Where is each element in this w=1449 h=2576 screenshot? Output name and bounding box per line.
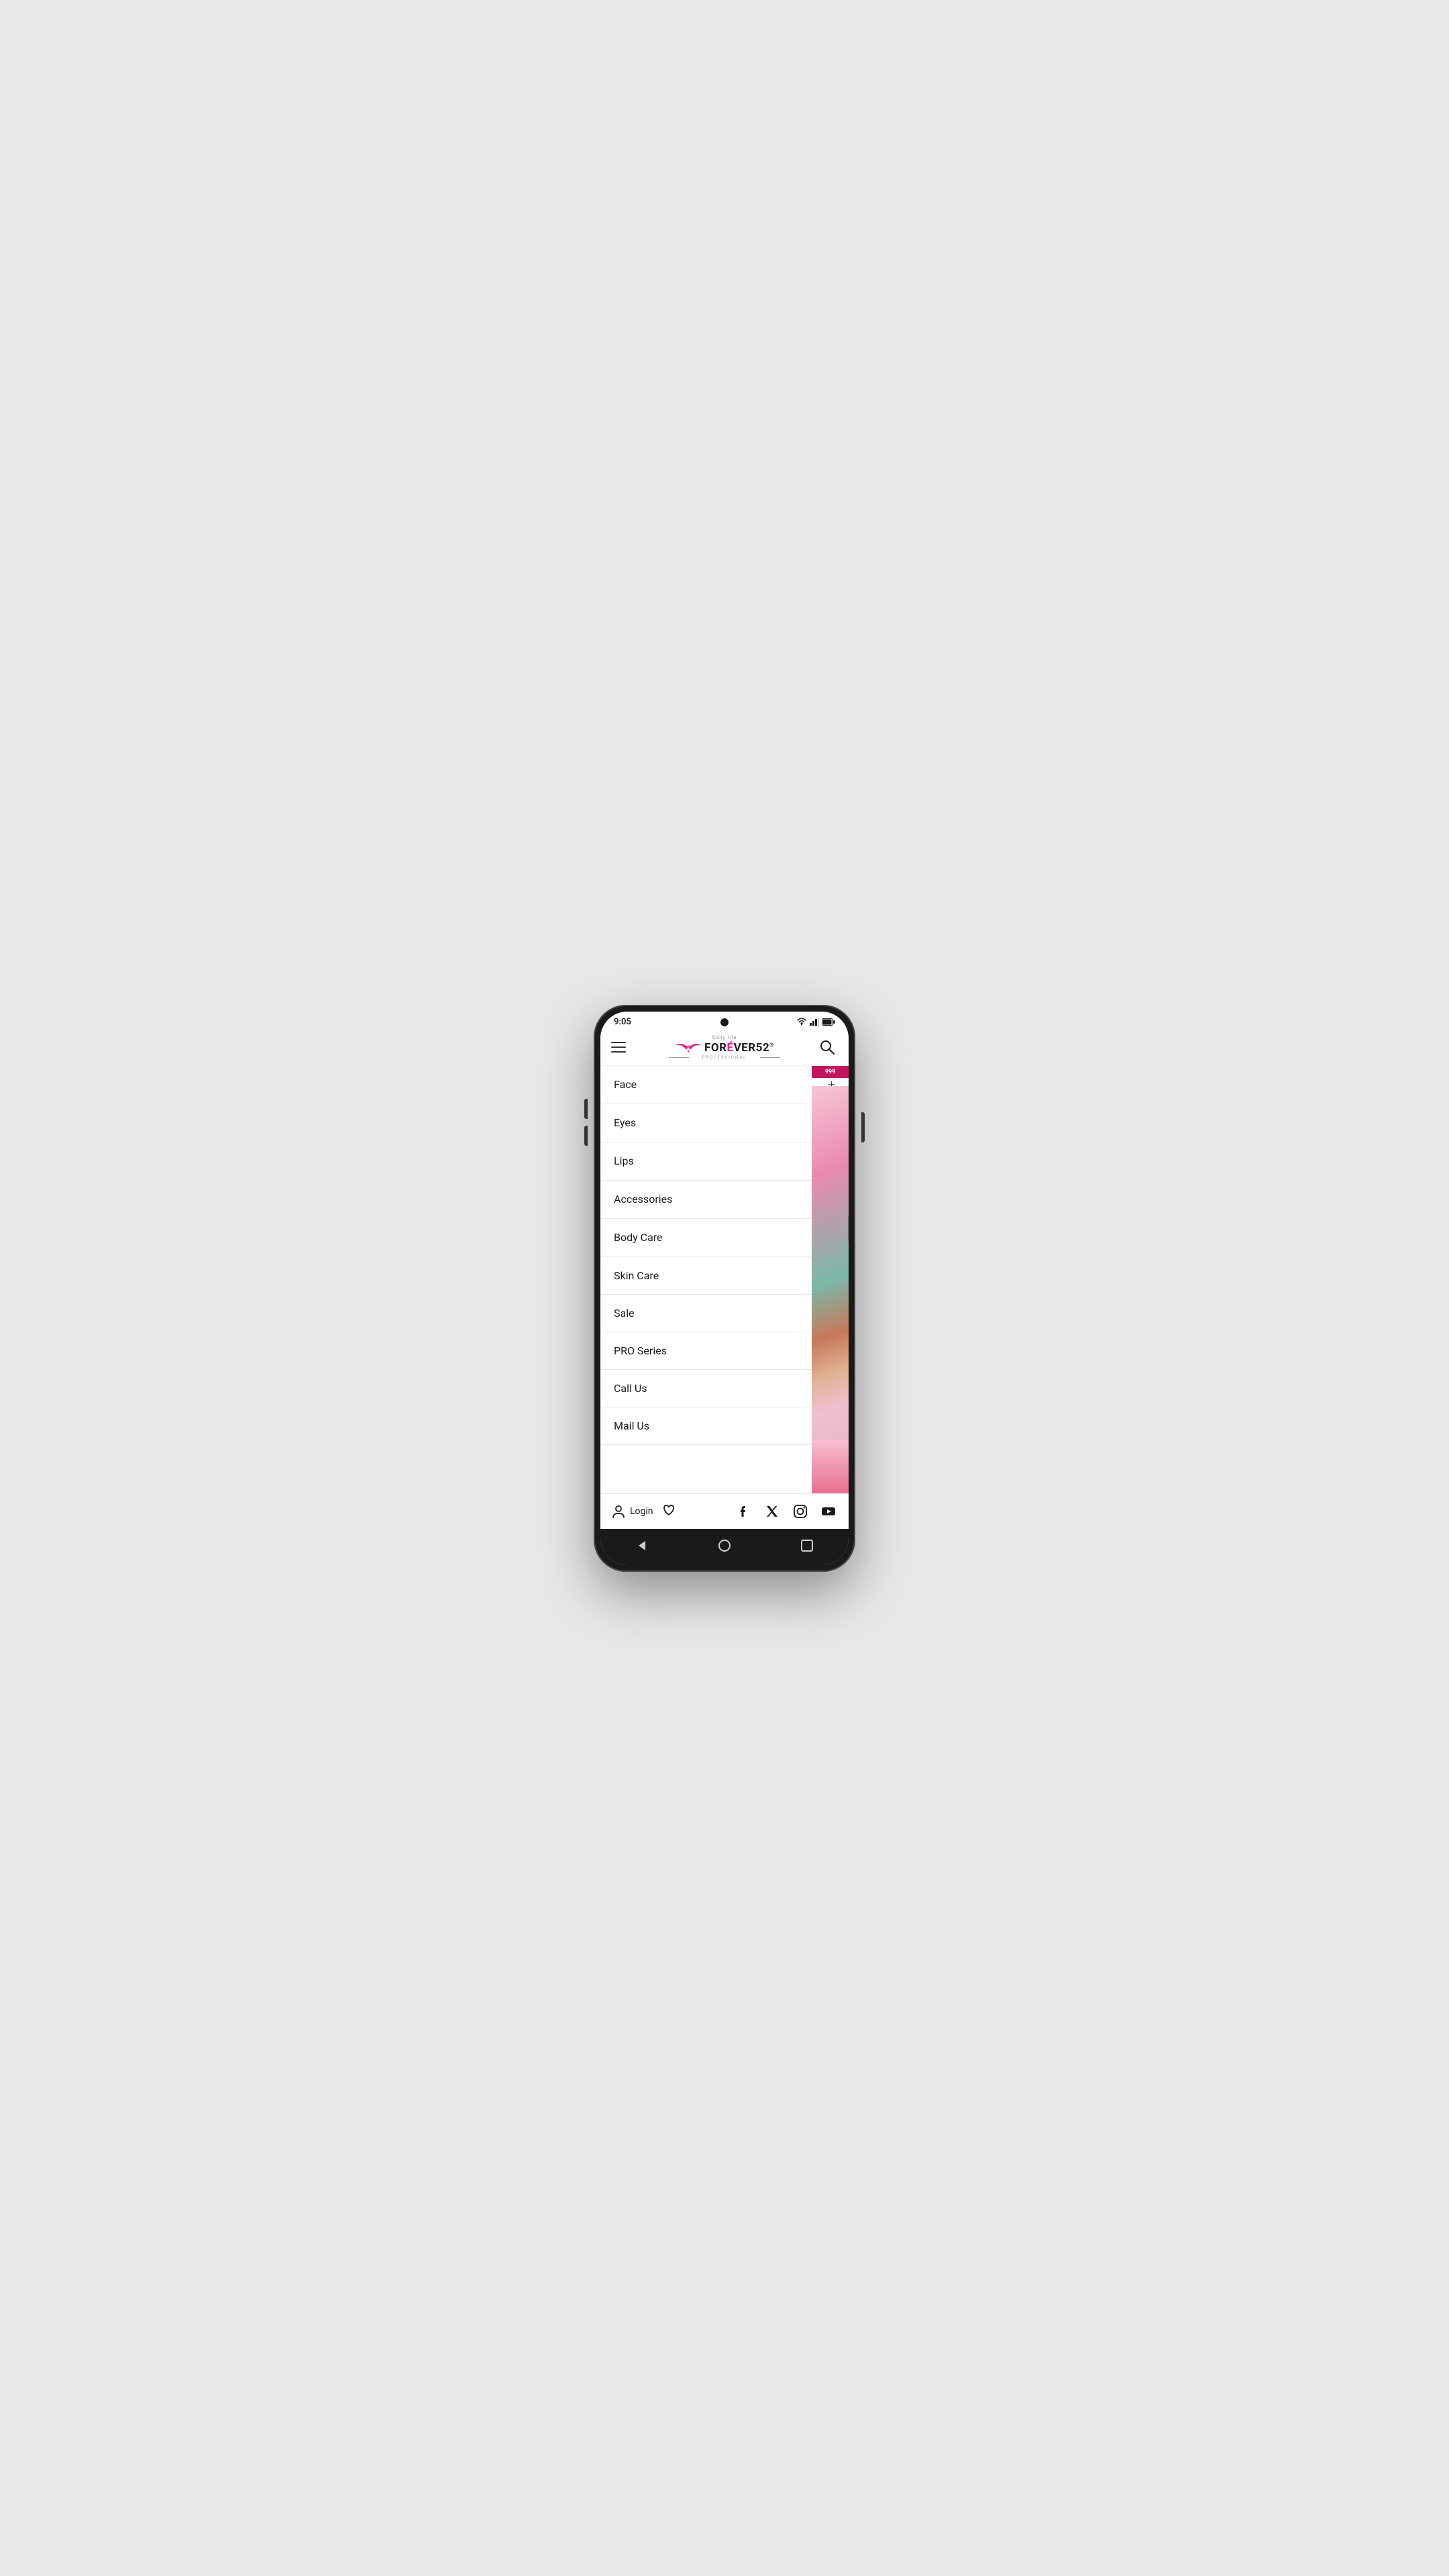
menu-item-eyes-label: Eyes (614, 1116, 636, 1129)
volume-down-button[interactable] (584, 1126, 588, 1146)
wifi-icon (796, 1018, 807, 1026)
bg-bottom-strip (812, 1440, 849, 1493)
bottom-left-section: Login (611, 1503, 676, 1520)
bottom-toolbar: Login (600, 1493, 849, 1529)
sale-price: 999 (825, 1069, 836, 1075)
heart-icon (661, 1503, 676, 1517)
facebook-button[interactable] (735, 1502, 753, 1521)
menu-item-accessories-label: Accessories (614, 1193, 672, 1205)
home-circle-icon (718, 1539, 731, 1552)
logo-daily-life-text: Daily life (712, 1035, 737, 1040)
android-recents-button[interactable] (794, 1536, 820, 1556)
login-label: Login (630, 1506, 653, 1517)
youtube-icon (821, 1504, 836, 1519)
wishlist-button[interactable] (661, 1503, 676, 1520)
instagram-icon (793, 1504, 808, 1519)
phone-screen: 9:05 (600, 1012, 849, 1565)
youtube-button[interactable] (819, 1502, 838, 1521)
logo-main-container: FORÉVER52® (675, 1040, 774, 1055)
twitter-x-icon (765, 1505, 779, 1518)
logo-professional-text: PROFESSIONAL (702, 1055, 747, 1060)
menu-item-body-care-label: Body Care (614, 1231, 663, 1244)
signal-icon (810, 1018, 819, 1026)
menu-item-lips-label: Lips (614, 1155, 634, 1167)
twitter-x-button[interactable] (763, 1502, 782, 1521)
phone-button-indicator (848, 1215, 849, 1242)
status-time: 9:05 (614, 1017, 631, 1027)
app-logo: Daily life FORÉVER52® (669, 1035, 781, 1060)
menu-item-face-label: Face (614, 1078, 637, 1091)
logo-wings-icon (675, 1040, 702, 1055)
login-button[interactable]: Login (611, 1504, 653, 1519)
facebook-icon (737, 1505, 751, 1518)
status-icons (796, 1018, 835, 1026)
menu-item-call-us-label: Call Us (614, 1382, 647, 1395)
bg-image (812, 1086, 849, 1440)
back-triangle-icon (635, 1539, 649, 1552)
menu-item-pro-series-label: PRO Series (614, 1344, 667, 1357)
battery-icon (822, 1018, 835, 1026)
phone-device: 9:05 (594, 1005, 855, 1572)
instagram-button[interactable] (791, 1502, 810, 1521)
recents-square-icon (801, 1540, 813, 1552)
menu-item-skin-care-label: Skin Care (614, 1269, 659, 1282)
hamburger-menu-button[interactable] (611, 1036, 633, 1058)
app-header: Daily life FORÉVER52® (600, 1030, 849, 1066)
logo-brand-text: FORÉVER52® (704, 1041, 774, 1055)
hamburger-line-3 (611, 1051, 626, 1053)
android-nav-bar (600, 1529, 849, 1565)
android-back-button[interactable] (629, 1536, 655, 1556)
hamburger-line-1 (611, 1042, 626, 1043)
background-peek: 999 (812, 1066, 849, 1493)
camera-notch (720, 1018, 729, 1026)
sale-banner: 999 (812, 1066, 849, 1078)
search-button[interactable] (816, 1036, 838, 1058)
social-icons-group (735, 1502, 838, 1521)
android-home-button[interactable] (711, 1536, 738, 1556)
user-icon (611, 1504, 626, 1519)
power-button[interactable] (861, 1112, 865, 1142)
hamburger-line-2 (611, 1046, 626, 1048)
menu-item-sale-label: Sale (614, 1307, 635, 1320)
menu-item-mail-us-label: Mail Us (614, 1419, 649, 1432)
volume-up-button[interactable] (584, 1099, 588, 1119)
search-icon (820, 1040, 835, 1055)
